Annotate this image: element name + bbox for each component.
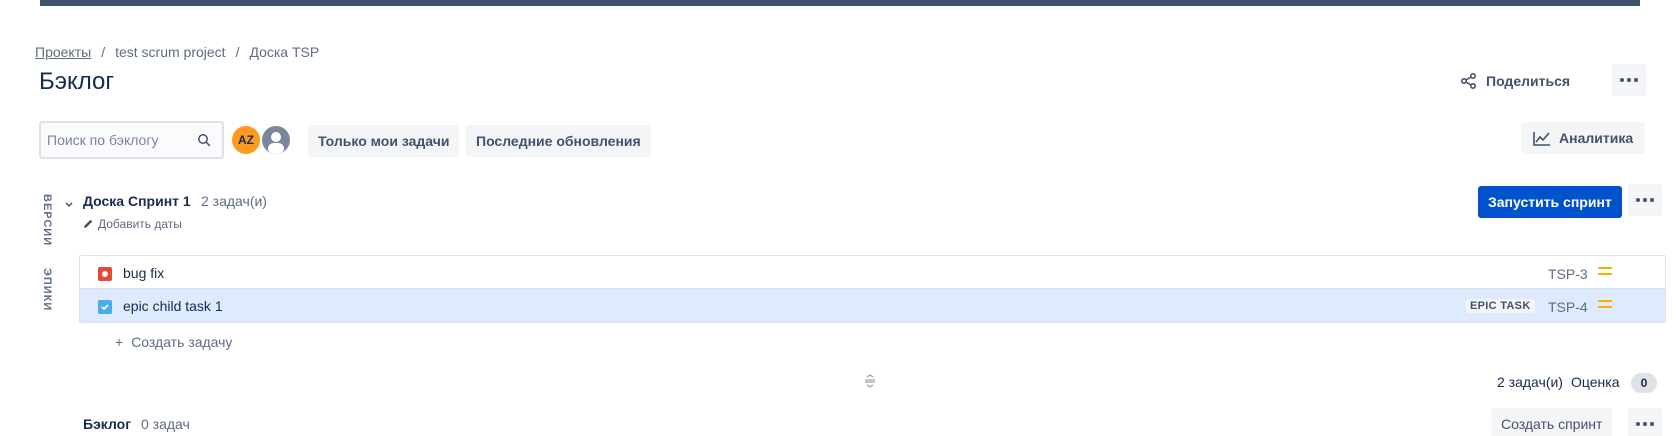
chart-line-icon: [1533, 132, 1550, 146]
sprint-estimate-badge: 0: [1631, 373, 1657, 393]
issue-key[interactable]: TSP-3: [1548, 266, 1588, 282]
issue-summary: epic child task 1: [123, 298, 223, 314]
breadcrumb-board-link[interactable]: Доска TSP: [249, 44, 319, 60]
issue-row[interactable]: bug fix TSP-3: [80, 256, 1665, 289]
resize-handle-icon[interactable]: [863, 374, 877, 393]
issue-key[interactable]: TSP-4: [1548, 299, 1588, 315]
create-sprint-button[interactable]: Создать спринт: [1491, 408, 1613, 436]
backlog-search: [39, 121, 224, 159]
avatar-filter-unassigned[interactable]: [260, 124, 292, 156]
backlog-more-actions-button[interactable]: [1628, 408, 1662, 436]
page-title: Бэклог: [39, 68, 115, 95]
breadcrumb: Проекты / test scrum project / Доска TSP: [35, 44, 319, 60]
create-issue-button[interactable]: + Создать задачу: [115, 334, 232, 350]
breadcrumb-separator: /: [101, 44, 106, 60]
issue-summary: bug fix: [123, 265, 165, 281]
priority-medium-icon: [1598, 300, 1612, 308]
backlog-search-input[interactable]: [47, 132, 197, 148]
side-tab-epics[interactable]: ЭПИКИ: [41, 268, 53, 311]
create-issue-label: Создать задачу: [131, 334, 233, 350]
breadcrumb-separator: /: [235, 44, 240, 60]
page-more-actions-button[interactable]: [1612, 64, 1646, 96]
chevron-down-icon: [65, 202, 73, 208]
top-navigation-bar: [40, 0, 1640, 6]
more-icon: [1620, 78, 1638, 82]
priority-medium-icon: [1598, 267, 1612, 275]
share-button-label: Поделиться: [1486, 73, 1571, 89]
breadcrumb-projects-link[interactable]: Проекты: [35, 44, 91, 60]
sprint-name: Доска Спринт 1: [83, 193, 191, 209]
add-dates-button[interactable]: Добавить даты: [82, 217, 182, 231]
task-checkbox-icon: [98, 300, 112, 314]
filter-recently-updated[interactable]: Последние обновления: [466, 125, 651, 157]
analytics-button-label: Аналитика: [1559, 130, 1634, 146]
sprint-more-actions-button[interactable]: [1628, 184, 1662, 216]
share-button[interactable]: Поделиться: [1460, 68, 1570, 94]
user-icon: [268, 132, 284, 154]
add-dates-label: Добавить даты: [98, 217, 182, 231]
issue-row[interactable]: epic child task 1 EPIC TASK TSP-4: [80, 289, 1665, 322]
share-icon: [1460, 72, 1477, 90]
filter-only-my-issues[interactable]: Только мои задачи: [308, 125, 460, 157]
breadcrumb-project-link[interactable]: test scrum project: [115, 44, 225, 60]
analytics-button[interactable]: Аналитика: [1521, 122, 1646, 154]
backlog-section-name: Бэклог: [83, 416, 132, 432]
sprint-footer-count: 2 задач(и): [1497, 374, 1563, 390]
epic-lozenge: EPIC TASK: [1466, 299, 1535, 313]
plus-icon: +: [115, 334, 124, 350]
sprint-issue-count: 2 задач(и): [201, 193, 267, 209]
sprint-collapse-toggle[interactable]: [64, 196, 74, 214]
avatar-filter-az[interactable]: AZ: [230, 124, 262, 156]
start-sprint-button[interactable]: Запустить спринт: [1478, 186, 1622, 218]
sprint-issue-list: bug fix TSP-3 epic child task 1 EPIC TAS…: [79, 255, 1666, 323]
sprint-footer-estimate-label: Оценка: [1571, 374, 1620, 390]
more-icon: [1636, 198, 1654, 202]
more-icon: [1636, 422, 1654, 426]
side-tab-versions[interactable]: ВЕРСИИ: [41, 194, 53, 246]
pencil-icon: [84, 219, 93, 228]
backlog-issue-count: 0 задач: [141, 416, 190, 432]
bug-icon: [98, 267, 112, 281]
search-icon: [198, 134, 211, 147]
